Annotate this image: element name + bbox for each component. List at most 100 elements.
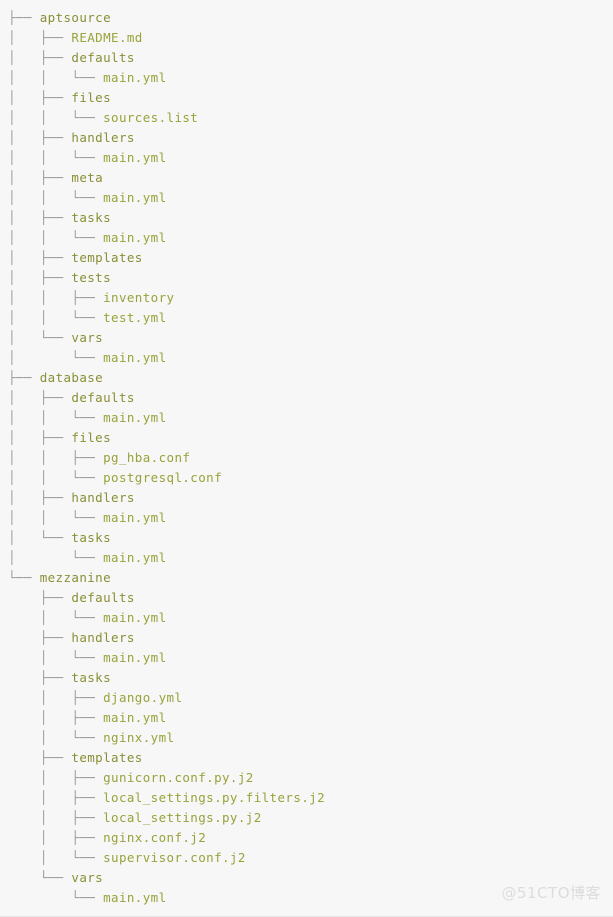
- tree-line: │ └── main.yml: [8, 548, 613, 568]
- tree-file-name: main.yml: [103, 410, 167, 425]
- tree-line: │ ├── tasks: [8, 208, 613, 228]
- tree-file-name: main.yml: [103, 510, 167, 525]
- tree-line: │ │ ├── inventory: [8, 288, 613, 308]
- tree-file-name: main.yml: [103, 610, 167, 625]
- tree-file-name: main.yml: [103, 70, 167, 85]
- tree-file-name: django.yml: [103, 690, 183, 705]
- tree-branch-glyphs: │ │ └──: [8, 410, 104, 425]
- tree-branch-glyphs: ├──: [8, 590, 72, 605]
- tree-directory-name: tasks: [71, 210, 112, 225]
- tree-file-name: main.yml: [103, 650, 167, 665]
- tree-branch-glyphs: ├──: [8, 750, 72, 765]
- tree-line: │ ├── meta: [8, 168, 613, 188]
- tree-line: ├── database: [8, 368, 613, 388]
- tree-branch-glyphs: │ ├──: [8, 810, 104, 825]
- tree-directory-name: defaults: [71, 50, 135, 65]
- tree-directory-name: mezzanine: [39, 570, 112, 585]
- tree-branch-glyphs: │ └──: [8, 530, 72, 545]
- tree-line: │ └── main.yml: [8, 648, 613, 668]
- tree-line: │ ├── local_settings.py.filters.j2: [8, 788, 613, 808]
- tree-line: ├── tasks: [8, 668, 613, 688]
- tree-file-name: sources.list: [103, 110, 199, 125]
- tree-line: │ ├── handlers: [8, 488, 613, 508]
- tree-directory-name: aptsource: [39, 10, 112, 25]
- tree-branch-glyphs: └──: [8, 890, 104, 905]
- directory-tree-output: ├── aptsource │ ├── README.md │ ├── defaul…: [0, 0, 613, 917]
- tree-branch-glyphs: │ └──: [8, 610, 104, 625]
- tree-line: │ │ └── main.yml: [8, 228, 613, 248]
- tree-file-name: supervisor.conf.j2: [103, 850, 246, 865]
- tree-branch-glyphs: │ ├──: [8, 390, 72, 405]
- tree-line: │ ├── nginx.conf.j2: [8, 828, 613, 848]
- tree-file-name: nginx.yml: [103, 730, 175, 745]
- tree-line: │ └── main.yml: [8, 348, 613, 368]
- tree-file-name: README.md: [71, 30, 143, 45]
- tree-line: │ └── vars: [8, 328, 613, 348]
- tree-file-name: inventory: [103, 290, 175, 305]
- tree-line: │ ├── README.md: [8, 28, 613, 48]
- tree-line: ├── aptsource: [8, 8, 613, 28]
- tree-line: │ │ └── test.yml: [8, 308, 613, 328]
- tree-directory-name: tests: [71, 270, 112, 285]
- tree-branch-glyphs: │ ├──: [8, 50, 72, 65]
- tree-branch-glyphs: │ ├──: [8, 90, 72, 105]
- tree-file-name: local_settings.py.filters.j2: [103, 790, 326, 805]
- tree-branch-glyphs: │ │ └──: [8, 230, 104, 245]
- tree-branch-glyphs: └──: [8, 570, 40, 585]
- tree-line: │ │ ├── pg_hba.conf: [8, 448, 613, 468]
- tree-directory-name: templates: [71, 250, 143, 265]
- tree-directory-name: handlers: [71, 130, 135, 145]
- tree-line: │ └── main.yml: [8, 608, 613, 628]
- tree-file-name: main.yml: [103, 550, 167, 565]
- tree-file-name: main.yml: [103, 230, 167, 245]
- tree-branch-glyphs: │ │ └──: [8, 110, 104, 125]
- tree-line-list: ├── aptsource │ ├── README.md │ ├── defaul…: [8, 8, 613, 908]
- tree-directory-name: templates: [71, 750, 143, 765]
- tree-directory-name: database: [39, 370, 104, 385]
- tree-line: └── mezzanine: [8, 568, 613, 588]
- tree-branch-glyphs: │ │ └──: [8, 70, 104, 85]
- tree-branch-glyphs: │ └──: [8, 330, 72, 345]
- tree-branch-glyphs: │ ├──: [8, 270, 72, 285]
- tree-directory-name: tasks: [71, 530, 112, 545]
- tree-branch-glyphs: │ │ ├──: [8, 450, 104, 465]
- tree-branch-glyphs: │ ├──: [8, 170, 72, 185]
- tree-line: │ ├── files: [8, 88, 613, 108]
- tree-branch-glyphs: │ ├──: [8, 690, 104, 705]
- tree-file-name: main.yml: [103, 710, 167, 725]
- tree-line: │ ├── defaults: [8, 48, 613, 68]
- tree-directory-name: tasks: [71, 670, 112, 685]
- tree-directory-name: defaults: [71, 590, 135, 605]
- tree-branch-glyphs: │ └──: [8, 850, 104, 865]
- tree-branch-glyphs: ├──: [8, 10, 40, 25]
- tree-branch-glyphs: │ │ └──: [8, 190, 104, 205]
- tree-line: ├── templates: [8, 748, 613, 768]
- tree-file-name: main.yml: [103, 150, 167, 165]
- tree-line: ├── handlers: [8, 628, 613, 648]
- tree-file-name: postgresql.conf: [103, 470, 222, 485]
- tree-line: │ ├── gunicorn.conf.py.j2: [8, 768, 613, 788]
- tree-branch-glyphs: │ ├──: [8, 130, 72, 145]
- tree-file-name: local_settings.py.j2: [103, 810, 262, 825]
- tree-branch-glyphs: │ │ └──: [8, 470, 104, 485]
- site-watermark: @51CTO博客: [501, 884, 601, 902]
- tree-branch-glyphs: └──: [8, 870, 72, 885]
- tree-line: │ ├── handlers: [8, 128, 613, 148]
- tree-branch-glyphs: │ ├──: [8, 490, 72, 505]
- tree-line: │ │ └── sources.list: [8, 108, 613, 128]
- tree-directory-name: meta: [71, 170, 104, 185]
- tree-file-name: nginx.conf.j2: [103, 830, 207, 845]
- tree-line: │ │ └── main.yml: [8, 68, 613, 88]
- tree-line: │ ├── django.yml: [8, 688, 613, 708]
- tree-directory-name: handlers: [71, 630, 135, 645]
- tree-file-name: pg_hba.conf: [103, 450, 191, 465]
- tree-file-name: gunicorn.conf.py.j2: [103, 770, 254, 785]
- tree-branch-glyphs: │ └──: [8, 550, 104, 565]
- tree-line: │ ├── templates: [8, 248, 613, 268]
- tree-line: │ ├── local_settings.py.j2: [8, 808, 613, 828]
- tree-branch-glyphs: │ │ └──: [8, 310, 104, 325]
- tree-branch-glyphs: │ └──: [8, 650, 104, 665]
- tree-branch-glyphs: │ │ ├──: [8, 290, 104, 305]
- tree-line: │ │ └── postgresql.conf: [8, 468, 613, 488]
- tree-line: │ ├── main.yml: [8, 708, 613, 728]
